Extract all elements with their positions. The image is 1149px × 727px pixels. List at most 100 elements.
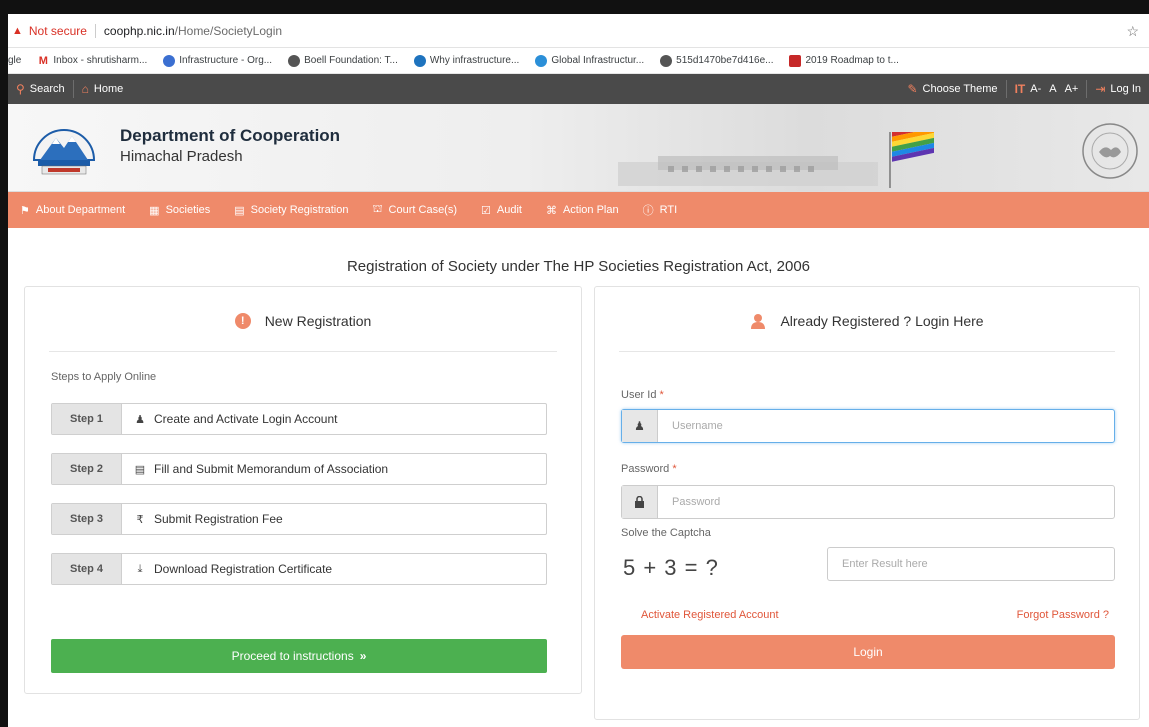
font-decrease-button[interactable]: A- bbox=[1030, 83, 1041, 95]
captcha-input[interactable] bbox=[828, 548, 1114, 580]
security-label[interactable]: Not secure bbox=[29, 24, 87, 38]
url-path: /Home/SocietyLogin bbox=[174, 23, 283, 38]
activate-account-link[interactable]: Activate Registered Account bbox=[641, 609, 779, 621]
site-icon bbox=[789, 54, 802, 67]
font-normal-button[interactable]: A bbox=[1049, 83, 1056, 95]
state-title: Himachal Pradesh bbox=[120, 148, 243, 165]
url-host: coophp.nic.in bbox=[103, 23, 175, 38]
required-marker: * bbox=[659, 389, 664, 401]
userid-label: User Id * bbox=[621, 389, 664, 401]
bookmark-item[interactable]: Boell Foundation: T... bbox=[288, 54, 398, 67]
step-tag: Step 2 bbox=[52, 454, 122, 484]
captcha-field bbox=[827, 547, 1115, 581]
nav-court-cases[interactable]: ⛫ Court Case(s) bbox=[360, 192, 469, 228]
binoculars-icon: ⌘ bbox=[545, 204, 557, 217]
bookmark-star-icon[interactable]: ☆ bbox=[1126, 23, 1139, 40]
nav-society-registration[interactable]: ▤ Society Registration bbox=[222, 192, 360, 228]
user-icon: ♟ bbox=[135, 413, 145, 426]
steps-label: Steps to Apply Online bbox=[51, 371, 157, 383]
double-chevron-right-icon: » bbox=[359, 649, 367, 663]
panel-heading: Already Registered ? Login Here bbox=[595, 313, 1139, 329]
info-icon: ⓘ bbox=[642, 205, 654, 217]
department-title: Department of Cooperation bbox=[120, 126, 341, 145]
login-link[interactable]: ⇥ Log In bbox=[1087, 74, 1149, 104]
rupee-icon: ₹ bbox=[136, 513, 144, 526]
proceed-label: Proceed to instructions bbox=[231, 649, 354, 663]
password-label: Password * bbox=[621, 463, 677, 475]
nav-societies[interactable]: ▦ Societies bbox=[137, 192, 222, 228]
brush-icon: ✎ bbox=[907, 82, 918, 96]
password-label-text: Password bbox=[621, 463, 670, 475]
bookmark-label: gle bbox=[8, 55, 22, 66]
text-size-icon: IT bbox=[1014, 82, 1026, 96]
search-icon: ⚲ bbox=[16, 82, 25, 96]
nav-audit[interactable]: ☑ Audit bbox=[469, 192, 534, 228]
info-icon: ! bbox=[234, 313, 251, 329]
globe-icon bbox=[288, 54, 301, 67]
bookmark-item[interactable]: Infrastructure - Org... bbox=[163, 54, 272, 67]
bookmark-item[interactable]: M Inbox - shrutisharm... bbox=[37, 54, 148, 67]
step-2: Step 2 ▤ Fill and Submit Memorandum of A… bbox=[51, 453, 547, 485]
login-panel-title: Already Registered ? Login Here bbox=[780, 313, 984, 329]
url-text[interactable]: coophp.nic.in/Home/SocietyLogin bbox=[104, 24, 282, 38]
username-input[interactable] bbox=[658, 410, 1114, 442]
site-icon bbox=[413, 54, 426, 67]
bookmark-label: Global Infrastructur... bbox=[551, 55, 645, 66]
nav-label: Society Registration bbox=[250, 204, 349, 216]
choose-theme-label: Choose Theme bbox=[922, 83, 998, 95]
user-icon bbox=[751, 314, 766, 329]
check-square-icon: ☑ bbox=[481, 204, 491, 217]
site-header: Department of Cooperation Himachal Prade… bbox=[8, 104, 1149, 192]
nav-label: About Department bbox=[35, 204, 126, 216]
step-3: Step 3 ₹ Submit Registration Fee bbox=[51, 503, 547, 535]
divider bbox=[94, 23, 96, 38]
step-4: Step 4 ⤓ Download Registration Certifica… bbox=[51, 553, 547, 585]
required-marker: * bbox=[672, 463, 677, 475]
bookmark-item[interactable]: 2019 Roadmap to t... bbox=[789, 54, 899, 67]
nav-label: RTI bbox=[659, 204, 678, 216]
sign-in-icon: ⇥ bbox=[1095, 82, 1106, 96]
bookmark-item[interactable]: Global Infrastructur... bbox=[535, 54, 645, 67]
warning-icon: ▲ bbox=[12, 24, 23, 37]
bookmark-label: 2019 Roadmap to t... bbox=[805, 55, 899, 66]
new-registration-title: New Registration bbox=[264, 313, 372, 329]
proceed-to-instructions-button[interactable]: Proceed to instructions » bbox=[51, 639, 547, 673]
login-panel: Already Registered ? Login Here User Id … bbox=[594, 286, 1140, 720]
search-link[interactable]: ⚲ Search bbox=[8, 74, 73, 104]
nav-about-department[interactable]: ⚑ About Department bbox=[8, 192, 137, 228]
login-button[interactable]: Login bbox=[621, 635, 1115, 669]
step-text: Fill and Submit Memorandum of Associatio… bbox=[154, 462, 389, 476]
font-increase-button[interactable]: A+ bbox=[1065, 83, 1079, 95]
step-text: Download Registration Certificate bbox=[154, 562, 333, 576]
hp-emblem-icon bbox=[32, 129, 96, 175]
form-icon: ▤ bbox=[234, 204, 245, 217]
bookmarks-bar: gle M Inbox - shrutisharm... Infrastructu… bbox=[8, 48, 1149, 74]
choose-theme-link[interactable]: ✎ Choose Theme bbox=[899, 74, 1005, 104]
step-text: Submit Registration Fee bbox=[154, 512, 283, 526]
globe-icon bbox=[660, 54, 673, 67]
home-link[interactable]: ⌂ Home bbox=[74, 74, 132, 104]
bookmark-item[interactable]: Why infrastructure... bbox=[413, 54, 519, 67]
download-icon: ⤓ bbox=[137, 562, 143, 575]
home-icon: ⌂ bbox=[81, 82, 89, 96]
site-icon bbox=[163, 54, 176, 67]
nav-label: Societies bbox=[165, 204, 211, 216]
forgot-password-link[interactable]: Forgot Password ? bbox=[1017, 609, 1109, 621]
grid-icon: ▦ bbox=[149, 204, 160, 217]
step-1: Step 1 ♟ Create and Activate Login Accou… bbox=[51, 403, 547, 435]
step-tag: Step 3 bbox=[52, 504, 122, 534]
step-text: Create and Activate Login Account bbox=[154, 412, 338, 426]
nav-action-plan[interactable]: ⌘ Action Plan bbox=[534, 192, 631, 228]
court-icon: ⛫ bbox=[372, 203, 383, 215]
password-input[interactable] bbox=[658, 486, 1114, 518]
lock-icon bbox=[622, 486, 658, 518]
gmail-icon: M bbox=[38, 54, 48, 67]
address-bar[interactable]: ▲ Not secure coophp.nic.in/Home/SocietyL… bbox=[8, 14, 1149, 48]
nav-label: Action Plan bbox=[562, 204, 619, 216]
bookmark-label: Inbox - shrutisharm... bbox=[53, 55, 148, 66]
cooperative-seal-icon bbox=[1082, 123, 1138, 179]
nav-rti[interactable]: ⓘ RTI bbox=[631, 192, 690, 228]
bookmark-item[interactable]: gle bbox=[8, 55, 21, 66]
userid-label-text: User Id bbox=[621, 389, 657, 401]
bookmark-item[interactable]: 515d1470be7d416e... bbox=[660, 54, 773, 67]
